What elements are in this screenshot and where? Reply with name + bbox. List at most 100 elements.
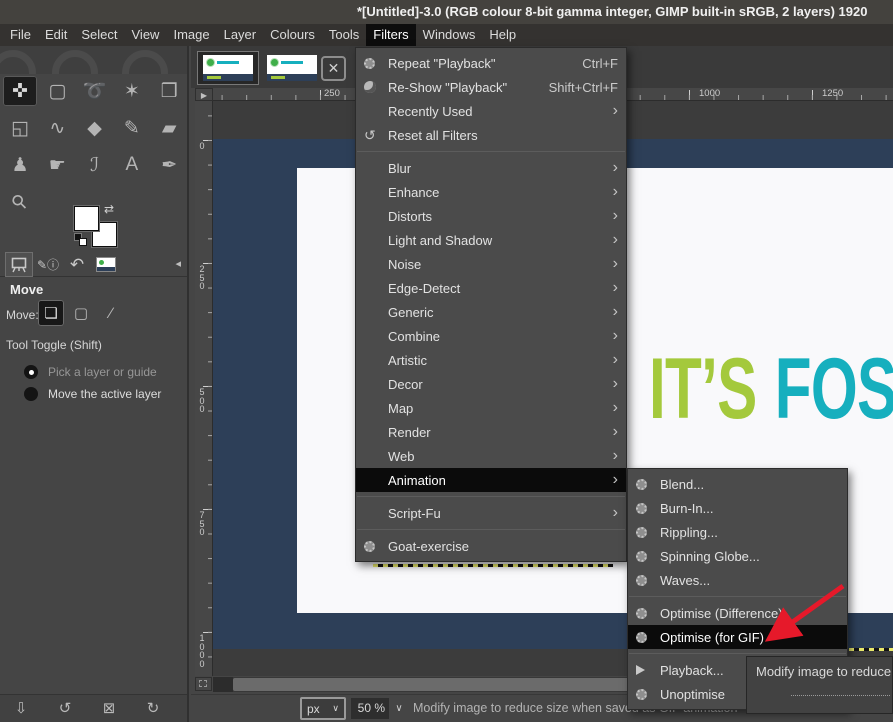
menu-item-reset-all-filters[interactable]: ↺Reset all Filters <box>356 123 626 147</box>
menubar-item-view[interactable]: View <box>125 24 167 46</box>
radio-move-the-active-layer[interactable]: Move the active layer <box>24 386 161 402</box>
text-tool[interactable]: A <box>115 150 149 180</box>
menu-item-waves[interactable]: Waves... <box>628 568 847 592</box>
delete-tool-preset-button[interactable]: ⊠ <box>98 699 120 719</box>
menubar-item-select[interactable]: Select <box>74 24 124 46</box>
menu-item-re-show-playback[interactable]: Re-Show "Playback"Shift+Ctrl+F <box>356 75 626 99</box>
menubar-item-file[interactable]: File <box>3 24 38 46</box>
save-tool-preset-button[interactable]: ⇩ <box>10 699 32 719</box>
smudge-tool[interactable]: ☛ <box>40 150 74 180</box>
crop-tool[interactable]: ❒ <box>152 76 186 106</box>
menubar-item-colours[interactable]: Colours <box>263 24 322 46</box>
radio-pick-a-layer-or-guide[interactable]: Pick a layer or guide <box>24 364 157 380</box>
ruler-label-0: 0 <box>197 142 207 151</box>
dock-tab-bar: ✎ⓘ ↶ ◂ <box>0 252 187 277</box>
free-select-tool[interactable]: ➰ <box>78 76 112 106</box>
menubar-item-help[interactable]: Help <box>482 24 523 46</box>
swap-colors-icon[interactable]: ⇄ <box>104 202 114 216</box>
zoom-level-field[interactable]: 50 % <box>351 698 389 719</box>
menu-item-repeat-playback[interactable]: Repeat "Playback"Ctrl+F <box>356 51 626 75</box>
move-selection-button[interactable]: ▢ <box>68 300 94 326</box>
bucket-fill-tool[interactable]: ◆ <box>78 113 112 143</box>
warp-tool[interactable]: ∿ <box>40 113 74 143</box>
ruler-origin-button[interactable]: ▶ <box>195 88 213 101</box>
menu-item-generic[interactable]: Generic› <box>356 300 626 324</box>
menu-item-label: Recently Used <box>388 104 601 119</box>
menubar-item-windows[interactable]: Windows <box>416 24 483 46</box>
radio-label: Pick a layer or guide <box>48 365 157 379</box>
move-tool[interactable]: ✜ <box>3 76 37 106</box>
menu-item-optimise-for-gif[interactable]: Optimise (for GIF) <box>628 625 847 649</box>
menubar-item-filters[interactable]: Filters <box>366 24 415 46</box>
menu-item-light-and-shadow[interactable]: Light and Shadow› <box>356 228 626 252</box>
radio-button-icon[interactable] <box>24 365 38 379</box>
gear-icon <box>636 527 647 538</box>
menu-item-rippling[interactable]: Rippling... <box>628 520 847 544</box>
fuzzy-select-tool[interactable]: ✶ <box>115 76 149 106</box>
image-tab-1[interactable] <box>197 51 259 85</box>
foreground-color-swatch[interactable] <box>74 206 99 231</box>
menubar-item-image[interactable]: Image <box>166 24 216 46</box>
restore-tool-preset-button[interactable]: ↺ <box>54 699 76 719</box>
menubar-item-edit[interactable]: Edit <box>38 24 74 46</box>
tab-device-status[interactable]: ✎ⓘ <box>34 252 62 277</box>
move-path-icon: ∕ <box>110 305 113 322</box>
paintbrush-tool[interactable]: ✎ <box>115 113 149 143</box>
menu-item-map[interactable]: Map› <box>356 396 626 420</box>
menu-item-label: Repeat "Playback" <box>388 56 570 71</box>
menu-item-artistic[interactable]: Artistic› <box>356 348 626 372</box>
pen-info-icon: ✎ⓘ <box>37 256 59 273</box>
zoom-chevron-icon[interactable]: ∨ <box>391 698 407 719</box>
menu-item-animation[interactable]: Animation› <box>356 468 626 492</box>
ruler-label-1250: 1250 <box>822 88 843 99</box>
menu-item-optimise-difference[interactable]: Optimise (Difference) <box>628 601 847 625</box>
move-layer-icon: ❏ <box>44 304 57 322</box>
unit-dropdown[interactable]: px ∨ <box>300 697 346 720</box>
menu-item-goat-exercise[interactable]: Goat-exercise <box>356 534 626 558</box>
menu-item-blend[interactable]: Blend... <box>628 472 847 496</box>
menu-item-label: Animation <box>388 473 601 488</box>
quick-mask-toggle[interactable] <box>195 677 212 691</box>
layer-boundary-dashes <box>849 648 893 651</box>
filters-menu: Repeat "Playback"Ctrl+FRe-Show "Playback… <box>355 47 627 562</box>
menu-item-combine[interactable]: Combine› <box>356 324 626 348</box>
menu-item-noise[interactable]: Noise› <box>356 252 626 276</box>
tab-tool-options[interactable] <box>5 252 33 277</box>
menu-item-script-fu[interactable]: Script-Fu› <box>356 501 626 525</box>
menubar-item-layer[interactable]: Layer <box>217 24 264 46</box>
collapse-dock-icon[interactable]: ◂ <box>175 257 181 270</box>
smudge-tool-icon: ☛ <box>49 154 66 177</box>
rectangle-select-tool[interactable]: ▢ <box>40 76 74 106</box>
menu-item-recently-used[interactable]: Recently Used› <box>356 99 626 123</box>
menu-item-spinning-globe[interactable]: Spinning Globe... <box>628 544 847 568</box>
menu-item-decor[interactable]: Decor› <box>356 372 626 396</box>
close-image-button[interactable]: ✕ <box>321 56 346 81</box>
move-path-button[interactable]: ∕ <box>98 300 124 326</box>
menu-item-burn-in[interactable]: Burn-In... <box>628 496 847 520</box>
clone-tool[interactable]: ♟ <box>3 150 37 180</box>
menu-item-web[interactable]: Web› <box>356 444 626 468</box>
image-thumbnail-icon <box>96 257 116 272</box>
eraser-tool[interactable]: ▰ <box>152 113 186 143</box>
menu-separator <box>357 496 625 497</box>
menu-item-label: Noise <box>388 257 601 272</box>
radio-button-icon[interactable] <box>24 387 38 401</box>
transform-tool[interactable]: ◱ <box>3 113 37 143</box>
rectangle-select-tool-icon: ▢ <box>48 80 66 103</box>
image-tab-2[interactable] <box>261 51 323 85</box>
menubar-item-tools[interactable]: Tools <box>322 24 366 46</box>
gear-icon <box>364 541 375 552</box>
airbrush-tool[interactable]: ℐ <box>78 150 112 180</box>
menu-item-edge-detect[interactable]: Edge-Detect› <box>356 276 626 300</box>
tab-images[interactable] <box>92 252 120 277</box>
menu-item-blur[interactable]: Blur› <box>356 156 626 180</box>
menu-item-distorts[interactable]: Distorts› <box>356 204 626 228</box>
ink-tool[interactable]: ✒ <box>152 150 186 180</box>
menu-item-render[interactable]: Render› <box>356 420 626 444</box>
move-layer-button[interactable]: ❏ <box>38 300 64 326</box>
menu-item-enhance[interactable]: Enhance› <box>356 180 626 204</box>
default-colors-icon[interactable] <box>74 233 88 247</box>
reset-tool-options-button[interactable]: ↻ <box>142 699 164 719</box>
tab-undo-history[interactable]: ↶ <box>63 252 91 277</box>
color-area: ⇄ <box>0 201 187 251</box>
